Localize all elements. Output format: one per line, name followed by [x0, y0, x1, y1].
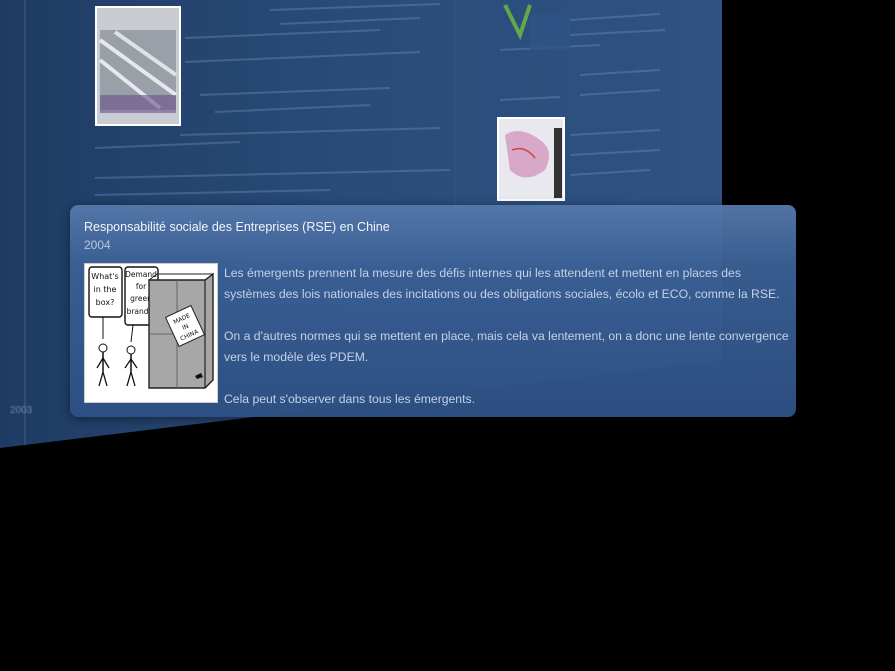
thumbnail-map	[497, 117, 565, 201]
bubble-left-line-2: in the	[94, 285, 117, 294]
event-illustration-cartoon: What's in the box? Demand for green bran…	[84, 263, 218, 403]
event-description: Les émergents prennent la mesure des déf…	[224, 263, 789, 431]
description-paragraph-1: Les émergents prennent la mesure des déf…	[224, 266, 780, 301]
event-detail-card[interactable]: Responsabilité sociale des Entreprises (…	[70, 205, 796, 417]
description-paragraph-2: On a d'autres normes qui se mettent en p…	[224, 329, 789, 364]
bubble-right-line-2: for	[136, 282, 147, 291]
bubble-left-line-1: What's	[91, 272, 118, 281]
thumbnail-photo	[95, 6, 181, 126]
description-paragraph-3: Cela peut s'observer dans tous les émerg…	[224, 392, 475, 406]
event-year: 2004	[84, 238, 111, 252]
timeline-year-tick: 2003	[10, 405, 33, 416]
bubble-left-line-3: box?	[96, 298, 115, 307]
event-title: Responsabilité sociale des Entreprises (…	[84, 220, 390, 234]
